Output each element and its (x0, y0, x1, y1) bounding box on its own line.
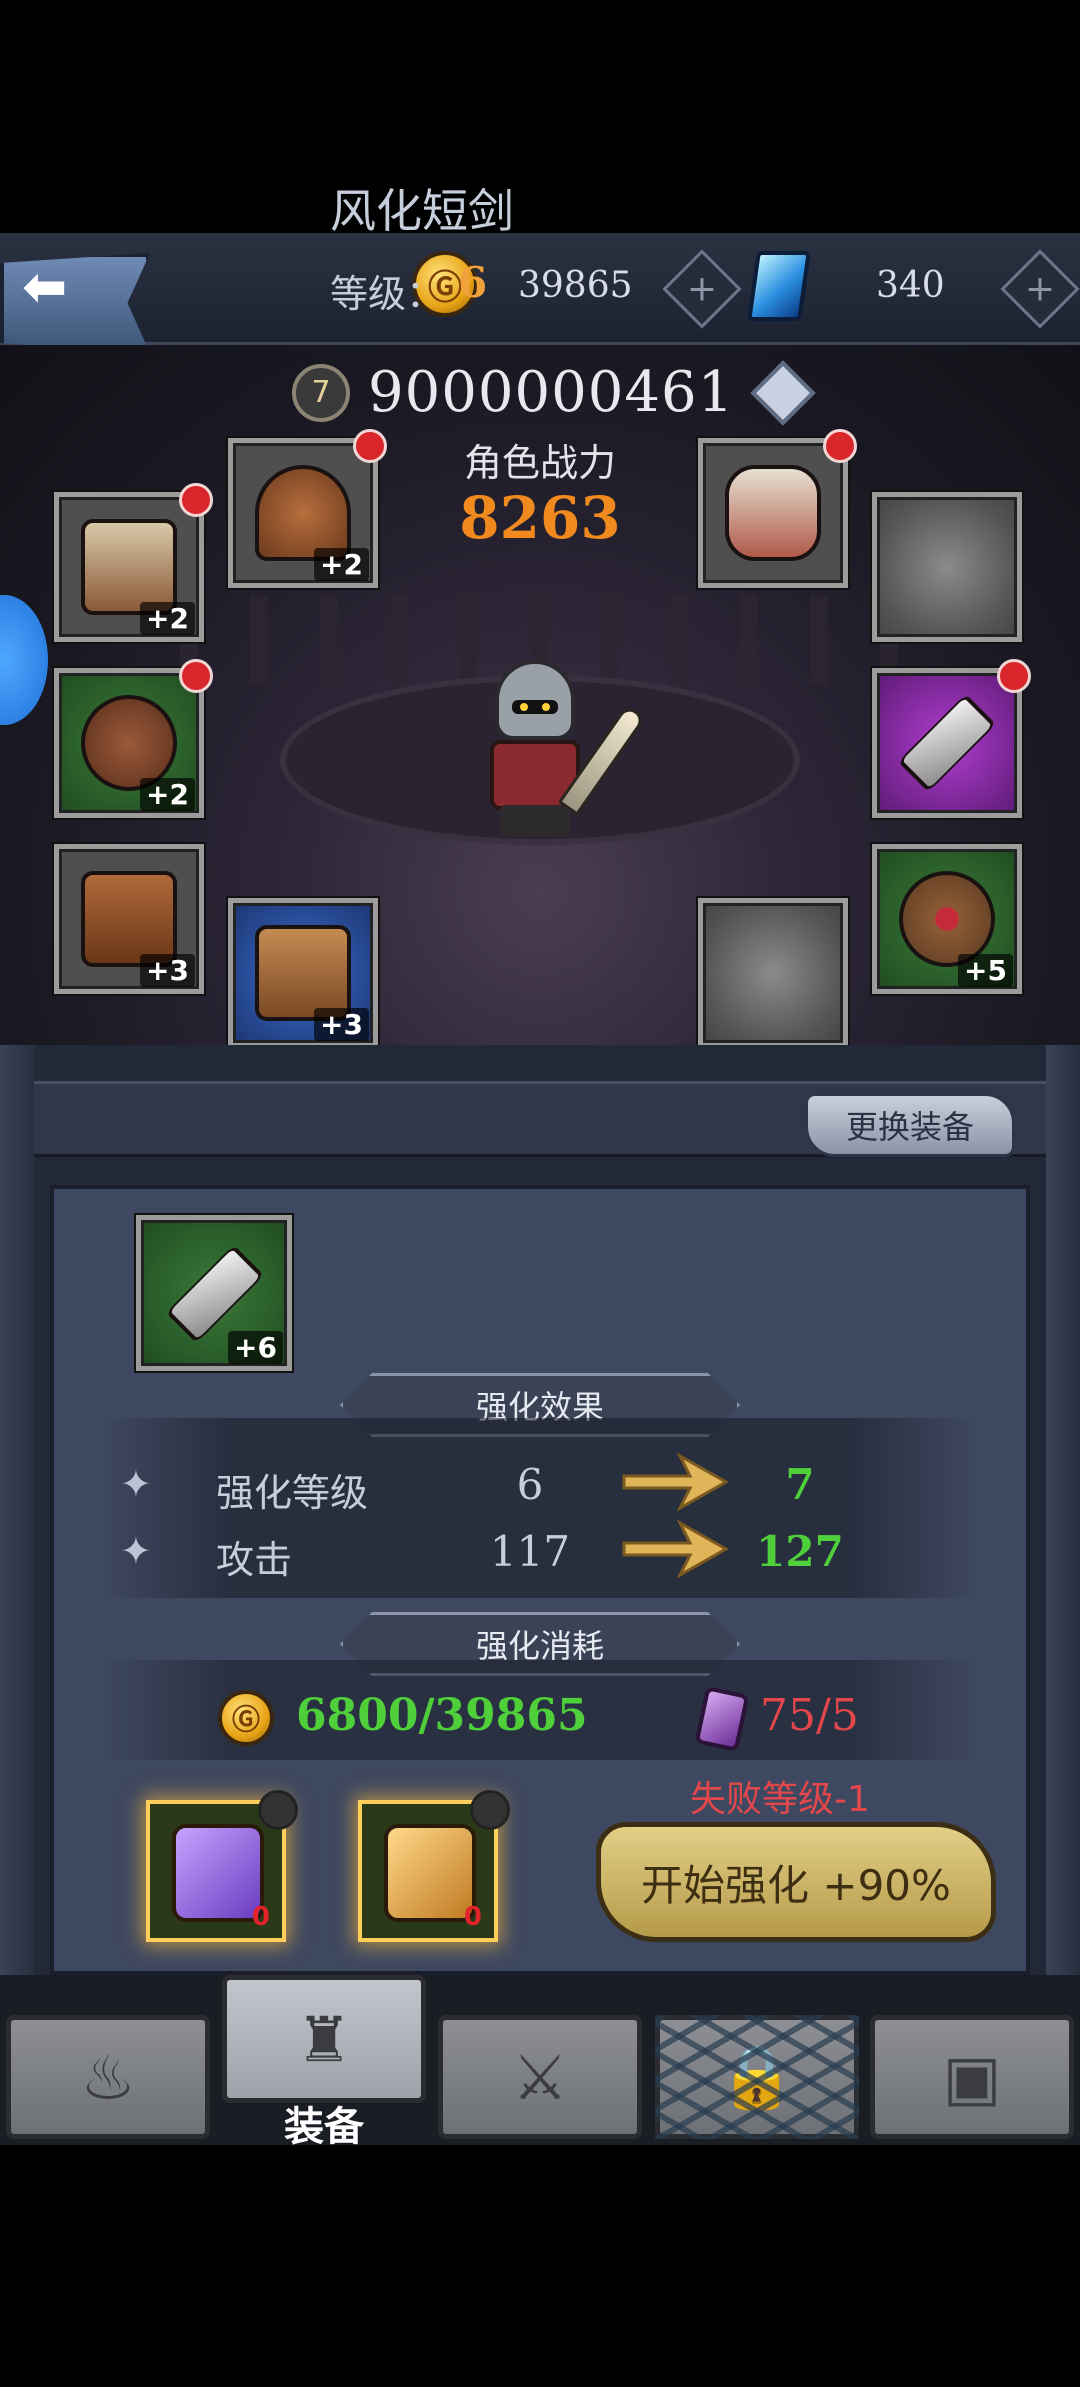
alert-dot (823, 429, 857, 463)
gold-amount: 39865 (518, 265, 633, 306)
bottom-nav: ♨ ♜ ⚔ 🔒 ▣ (0, 1975, 1080, 2145)
gold-scroll-icon (384, 1824, 476, 1922)
cost-stone: 75/5 (760, 1690, 859, 1741)
scroll-count: 0 (463, 1902, 482, 1932)
alert-dot (179, 659, 213, 693)
slot-sword[interactable] (872, 659, 1031, 818)
sparkle-icon: ✦ (120, 1529, 152, 1573)
nav-equipment[interactable]: ♜ (222, 1975, 426, 2103)
pants-icon (81, 871, 177, 967)
scroll-slot-gold[interactable]: 0 (358, 1790, 510, 1942)
app-root: ⬅ Ⓖ 39865 + 340 + 7 9000000461 角色战力 8263… (0, 0, 1080, 2387)
slot-plus: +2 (140, 602, 195, 635)
power-value: 8263 (459, 484, 621, 552)
sparkle-icon: ✦ (120, 1462, 152, 1506)
gem-icon (747, 251, 811, 321)
alert-dot (179, 483, 213, 517)
chest-icon: ▣ (942, 2040, 1002, 2114)
effect-to: 127 (756, 1527, 844, 1576)
scroll-indicator (258, 1790, 298, 1830)
add-gem-button[interactable]: + (1000, 249, 1080, 329)
slot-ring[interactable]: +5 (872, 844, 1022, 994)
slot-helmet[interactable]: +2 (228, 429, 387, 588)
hero-character (470, 660, 647, 840)
player-id: 9000000461 (368, 360, 735, 425)
plus-icon: + (686, 268, 718, 310)
player-info-button[interactable] (750, 359, 816, 426)
crossed-swords-icon: ⚔ (512, 2040, 568, 2114)
change-equipment-button[interactable]: 更换装备 (805, 1093, 1015, 1157)
armor-icon (81, 519, 177, 615)
nav-battle[interactable]: ⚔ (438, 2015, 642, 2139)
slot-plus: +3 (140, 954, 195, 987)
effect-row-level: ✦ 强化等级 6 7 (120, 1452, 980, 1516)
scroll-count: 0 (251, 1902, 270, 1932)
effect-from: 6 (516, 1460, 544, 1509)
gold-coin-icon: Ⓖ (218, 1690, 274, 1746)
arrow-right-icon (622, 1452, 730, 1512)
item-name: 风化短剑 (330, 184, 514, 238)
slot-pants[interactable]: +3 (54, 844, 204, 994)
scroll-indicator (470, 1790, 510, 1830)
slot-plus: +5 (958, 954, 1013, 987)
player-id-row: 7 9000000461 (292, 359, 816, 426)
arrow-right-icon (622, 1519, 730, 1579)
power-label: 角色战力 (463, 441, 616, 485)
sword-icon (897, 693, 997, 793)
sword-icon (165, 1244, 265, 1344)
shield-icon (81, 695, 177, 791)
gem-amount: 340 (876, 265, 945, 306)
nav-active-label: 装备 (284, 2104, 364, 2150)
hero-eyes (512, 700, 558, 714)
panel-pillar-right (1046, 1045, 1080, 1995)
scroll-slot-purple[interactable]: 0 (146, 1790, 298, 1942)
slot-shield[interactable]: +2 (54, 659, 213, 818)
slot-empty-2[interactable] (698, 898, 848, 1048)
campfire-icon: ♨ (80, 2040, 136, 2114)
slot-boots[interactable]: +3 (228, 898, 378, 1048)
back-arrow-icon: ⬅ (22, 255, 68, 318)
panel-pillar-left (0, 1045, 34, 1995)
necklace-icon (725, 465, 821, 561)
slot-necklace[interactable] (698, 429, 857, 588)
lock-icon: 🔒 (718, 2040, 796, 2113)
add-gold-button[interactable]: + (662, 249, 742, 329)
effect-to: 7 (785, 1460, 815, 1509)
helmet-icon (255, 465, 351, 561)
helmet-icon: ♜ (296, 2002, 352, 2076)
nav-campfire[interactable]: ♨ (6, 2015, 210, 2139)
nav-locked[interactable]: 🔒 (655, 2015, 859, 2139)
alert-dot (353, 429, 387, 463)
effect-label: 攻击 (216, 1538, 293, 1582)
effect-from: 117 (489, 1527, 571, 1576)
effect-row-attack: ✦ 攻击 117 127 (120, 1519, 980, 1583)
slot-plus: +2 (314, 548, 369, 581)
purple-scroll-icon (172, 1824, 264, 1922)
boots-icon (255, 925, 351, 1021)
fail-penalty-text: 失败等级-1 (690, 1779, 870, 1820)
player-level-badge: 7 (292, 363, 350, 422)
slot-plus: +2 (140, 778, 195, 811)
plus-icon: + (1024, 268, 1056, 310)
slot-empty-1[interactable] (872, 492, 1022, 642)
effect-label: 强化等级 (216, 1471, 369, 1515)
item-level-value: 6 (458, 258, 488, 307)
currency-bar: ⬅ Ⓖ 39865 + 340 + (0, 233, 1080, 353)
selected-item-slot: +6 (136, 1215, 292, 1371)
slot-plus: +3 (314, 1008, 369, 1041)
item-level-label: 等级： (330, 272, 445, 316)
ring-icon (899, 871, 995, 967)
item-plus: +6 (228, 1331, 283, 1364)
nav-chest[interactable]: ▣ (870, 2015, 1074, 2139)
cost-gold: 6800/39865 (296, 1690, 588, 1741)
alert-dot (997, 659, 1031, 693)
slot-armor[interactable]: +2 (54, 483, 213, 642)
hero-legs (500, 805, 570, 837)
start-upgrade-button[interactable]: 开始强化 +90% (596, 1822, 996, 1942)
